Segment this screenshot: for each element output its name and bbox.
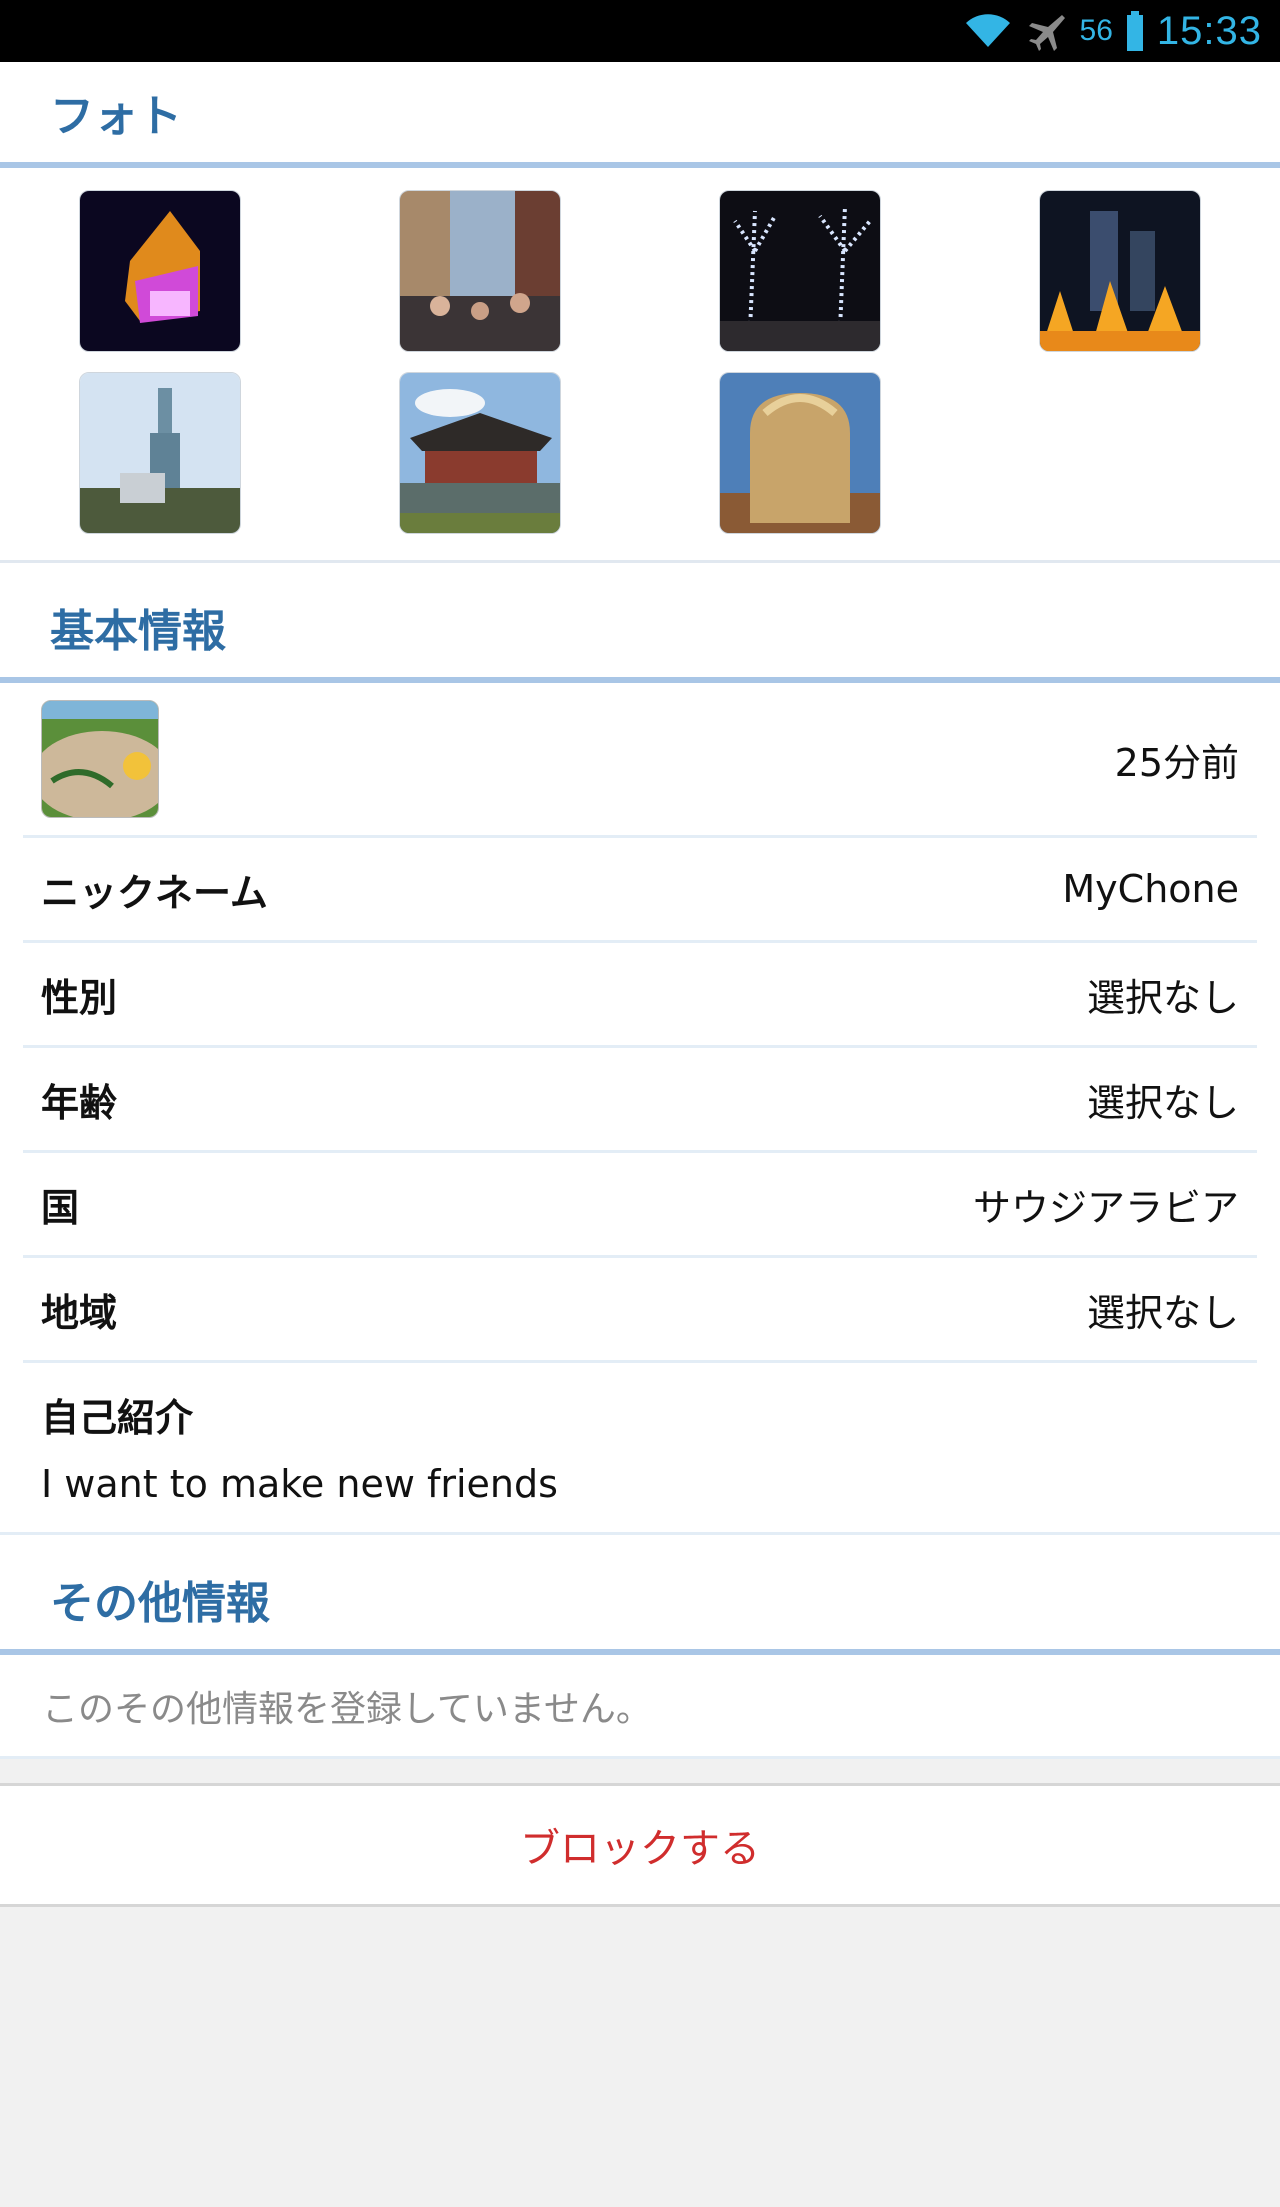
- region-label: 地域: [41, 1290, 118, 1335]
- photo-illuminated-house[interactable]: [79, 190, 241, 352]
- photo-bread-loaf[interactable]: [719, 372, 881, 534]
- block-bar: ブロックする: [0, 1783, 1280, 1907]
- photo-light-trees-night[interactable]: [719, 190, 881, 352]
- airplane-mode-icon: [1026, 11, 1066, 51]
- age-label: 年齢: [41, 1080, 118, 1125]
- photo-korean-pavilion[interactable]: [399, 372, 561, 534]
- gender-value: 選択なし: [1086, 975, 1239, 1020]
- wifi-icon: [964, 11, 1012, 51]
- photos-section-title: フォト: [50, 91, 182, 142]
- gender-row: 性別 選択なし: [23, 943, 1257, 1048]
- country-value: サウジアラビア: [972, 1185, 1239, 1230]
- photo-grid: [0, 168, 1280, 563]
- country-row: 国 サウジアラビア: [23, 1153, 1257, 1258]
- avatar[interactable]: [41, 700, 159, 818]
- spacer: [0, 1759, 1280, 1783]
- self-intro: 自己紹介 I want to make new friends: [0, 1363, 1280, 1535]
- gender-label: 性別: [41, 975, 118, 1020]
- self-intro-text: I want to make new friends: [41, 1462, 558, 1506]
- photo-taipei-101[interactable]: [79, 372, 241, 534]
- other-info-section-title: その他情報: [50, 1578, 270, 1629]
- region-value: 選択なし: [1086, 1290, 1239, 1335]
- age-value: 選択なし: [1086, 1080, 1239, 1125]
- block-button[interactable]: ブロックする: [520, 1816, 760, 1874]
- nickname-label: ニックネーム: [41, 870, 268, 915]
- nickname-row: ニックネーム MyChone: [23, 838, 1257, 943]
- photo-street-crowd[interactable]: [399, 190, 561, 352]
- age-row: 年齢 選択なし: [23, 1048, 1257, 1153]
- battery-icon: [1126, 11, 1143, 51]
- status-bar: 56 15:33: [0, 0, 1280, 62]
- other-info-empty-note: このその他情報を登録していません。: [0, 1655, 1280, 1759]
- country-label: 国: [41, 1185, 80, 1230]
- basic-info-list: 25分前 ニックネーム MyChone 性別 選択なし 年齢 選択なし 国 サウ…: [0, 683, 1280, 1363]
- bottom-spacer: [0, 1907, 1280, 2207]
- avatar-row: 25分前: [23, 683, 1257, 838]
- self-intro-label: 自己紹介: [41, 1396, 194, 1440]
- clock: 15:33: [1156, 8, 1262, 53]
- nickname-value: MyChone: [1062, 867, 1239, 911]
- photo-night-fountain-towers[interactable]: [1039, 190, 1201, 352]
- battery-percent: 56: [1079, 14, 1113, 47]
- basic-info-section-title: 基本情報: [50, 606, 226, 657]
- last-seen: 25分前: [1114, 740, 1239, 785]
- region-row: 地域 選択なし: [23, 1258, 1257, 1363]
